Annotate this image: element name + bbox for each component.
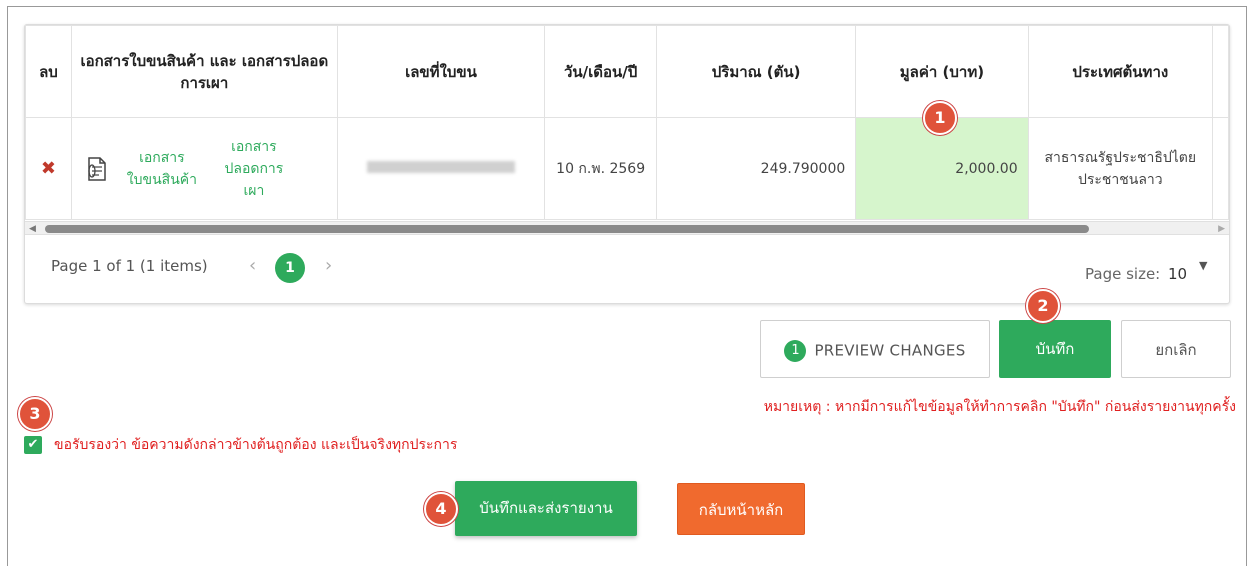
back-home-button[interactable]: กลับหน้าหลัก — [677, 483, 805, 535]
cancel-button[interactable]: ยกเลิก — [1121, 320, 1231, 378]
preview-label: PREVIEW CHANGES — [814, 341, 966, 360]
table-row: ✖ เอกสาร ใบขนสินค้า เอกสาร ปลอดการเผา 10… — [25, 117, 1230, 220]
blurred-doc-number — [367, 160, 516, 173]
header-delete: ลบ — [25, 25, 72, 118]
step-marker-1: 1 — [923, 101, 957, 135]
doc-link-customs-declaration[interactable]: เอกสาร ใบขนสินค้า — [125, 147, 199, 191]
certify-row: ✔ ขอรับรองว่า ข้อความดังกล่าวข้างต้นถูกต… — [24, 434, 457, 456]
date-cell: 10 ก.พ. 2569 — [544, 117, 657, 220]
preview-changes-button[interactable]: 1 PREVIEW CHANGES — [760, 320, 990, 378]
pager-summary: Page 1 of 1 (1 items) — [51, 257, 208, 275]
origin-cell: สาธารณรัฐประชาธิปไตยประชาชนลาว — [1027, 117, 1213, 220]
next-page-icon[interactable]: › — [325, 255, 332, 276]
scroll-left-icon[interactable]: ◀ — [29, 222, 36, 236]
document-icon — [88, 156, 106, 181]
documents-cell: เอกสาร ใบขนสินค้า เอกสาร ปลอดการเผา — [70, 117, 338, 220]
header-doc-no: เลขที่ใบขน — [336, 25, 546, 118]
page-size-dropdown-icon[interactable]: ▼ — [1199, 259, 1207, 272]
delete-cell: ✖ — [25, 117, 72, 220]
header-extra — [1211, 25, 1230, 118]
step-marker-4: 4 — [424, 492, 458, 526]
header-date: วัน/เดือน/ปี — [544, 25, 657, 118]
delete-x-icon[interactable]: ✖ — [41, 158, 56, 179]
doc-no-cell — [336, 117, 546, 220]
step-marker-2: 2 — [1026, 289, 1060, 323]
table-header-row: ลบ เอกสารใบขนสินค้า และ เอกสารปลอดการเผา… — [25, 25, 1230, 118]
extra-cell — [1211, 117, 1230, 220]
page-size-label: Page size: — [1085, 265, 1161, 283]
scrollbar-thumb[interactable] — [45, 225, 1089, 233]
header-quantity: ปริมาณ (ตัน) — [655, 25, 857, 118]
header-origin: ประเทศต้นทาง — [1027, 25, 1213, 118]
certify-text: ขอรับรองว่า ข้อความดังกล่าวข้างต้นถูกต้อ… — [54, 437, 458, 453]
checkmark-icon: ✔ — [27, 437, 39, 452]
doc-link-no-burn-certificate[interactable]: เอกสาร ปลอดการเผา — [217, 136, 291, 202]
certify-checkbox[interactable]: ✔ — [24, 436, 42, 454]
preview-count-badge: 1 — [784, 339, 807, 362]
quantity-cell: 249.790000 — [655, 117, 857, 220]
step-marker-3: 3 — [18, 397, 52, 431]
scroll-right-icon[interactable]: ▶ — [1218, 222, 1225, 236]
save-button[interactable]: บันทึก — [999, 320, 1111, 378]
shipment-grid: ลบ เอกสารใบขนสินค้า และ เอกสารปลอดการเผา… — [24, 24, 1230, 304]
horizontal-scrollbar[interactable]: ◀ ▶ — [25, 221, 1229, 235]
header-documents: เอกสารใบขนสินค้า และ เอกสารปลอดการเผา — [70, 25, 338, 118]
save-and-submit-button[interactable]: บันทึกและส่งรายงาน — [455, 481, 637, 536]
shipment-table: ลบ เอกสารใบขนสินค้า และ เอกสารปลอดการเผา… — [25, 25, 1230, 220]
prev-page-icon[interactable]: ‹ — [249, 255, 256, 276]
save-note: หมายเหตุ : หากมีการแก้ไขข้อมูลให้ทำการคล… — [763, 399, 1236, 415]
page-button-1[interactable]: 1 — [275, 253, 305, 283]
page-size-value[interactable]: 10 — [1168, 265, 1187, 283]
